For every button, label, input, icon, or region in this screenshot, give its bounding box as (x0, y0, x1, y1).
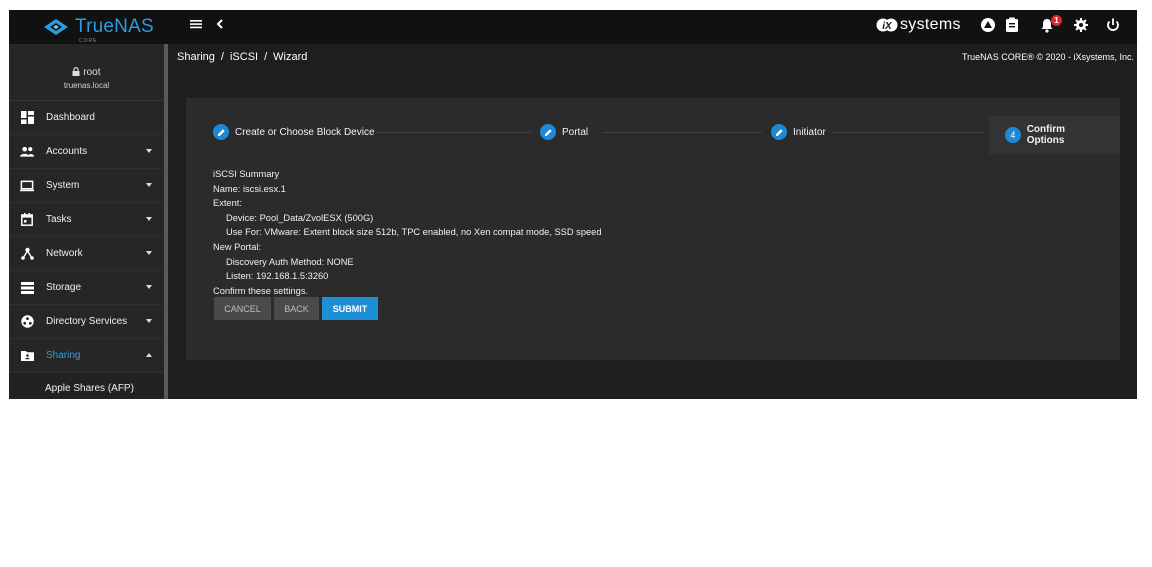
step-label: Initiator (793, 126, 826, 138)
sidebar-item-system[interactable]: System (9, 169, 164, 203)
sidebar-item-storage[interactable]: Storage (9, 271, 164, 305)
truenas-logo[interactable]: TrueNAS CORE (43, 16, 154, 44)
summary-name: Name: iscsi.esx.1 (213, 183, 286, 194)
summary-listen: Listen: 192.168.1.5:3260 (226, 271, 329, 282)
step-initiator[interactable]: Initiator (771, 124, 826, 140)
chevron-down-icon (146, 217, 152, 221)
network-icon (20, 247, 34, 261)
system-icon (20, 179, 34, 193)
user-name: root (83, 67, 101, 78)
clipboard-icon[interactable] (1005, 17, 1019, 39)
submit-button[interactable]: SUBMIT (322, 297, 378, 320)
accounts-icon (20, 145, 34, 159)
truenas-logo-icon (44, 19, 68, 35)
sidebar-item-dashboard[interactable]: Dashboard (9, 101, 164, 135)
step-connector (377, 132, 531, 133)
sidebar: root truenas.local Dashboard Accounts Sy… (9, 44, 164, 399)
step-label: Create or Choose Block Device (235, 126, 375, 138)
iscsi-summary: iSCSI Summary Name: iscsi.esx.1 Extent: … (213, 167, 602, 298)
wizard-stepper: Create or Choose Block Device Portal Ini… (186, 116, 1120, 154)
sidebar-item-tasks[interactable]: Tasks (9, 203, 164, 237)
sidebar-item-directory-services[interactable]: Directory Services (9, 305, 164, 339)
step-label: Portal (562, 126, 589, 138)
sidebar-item-sharing[interactable]: Sharing (9, 339, 164, 373)
gear-icon[interactable] (1073, 17, 1089, 39)
step-connector (602, 132, 762, 133)
sidebar-item-label: Storage (46, 282, 82, 293)
sharing-icon (20, 349, 34, 363)
summary-new-portal: New Portal: (213, 241, 262, 252)
ixsystems-logo-icon: iX (876, 18, 898, 32)
summary-auth-method: Discovery Auth Method: NONE (226, 256, 354, 267)
step-portal[interactable]: Portal (540, 124, 588, 140)
chevron-down-icon (146, 319, 152, 323)
breadcrumb-iscsi[interactable]: iSCSI (230, 51, 258, 63)
svg-text:iX: iX (882, 21, 893, 32)
sidebar-item-label: Sharing (46, 350, 81, 361)
ixsystems-word: systems (900, 16, 961, 33)
summary-use-for: Use For: VMware: Extent block size 512b,… (226, 227, 602, 238)
menu-icon[interactable] (189, 17, 203, 37)
storage-icon (20, 281, 34, 295)
breadcrumb-wizard: Wizard (273, 51, 308, 63)
dashboard-icon (20, 111, 34, 125)
directory-services-icon (20, 315, 34, 329)
copyright: TrueNAS CORE® © 2020 - iXsystems, Inc. (962, 52, 1134, 62)
breadcrumb: Sharing / iSCSI / Wizard (177, 51, 307, 63)
step-confirm-options[interactable]: 4 Confirm Options (989, 116, 1120, 154)
user-host: truenas.local (63, 81, 110, 90)
truecommand-icon[interactable] (980, 17, 996, 39)
chevron-down-icon (146, 183, 152, 187)
pencil-icon (213, 124, 229, 140)
breadcrumb-separator: / (220, 51, 224, 63)
sidebar-item-label: Accounts (46, 146, 88, 157)
sidebar-subitem-label: Apple Shares (AFP) (45, 382, 134, 394)
step-label: Confirm Options (1026, 124, 1066, 146)
step-create-block-device[interactable]: Create or Choose Block Device (213, 124, 375, 140)
chevron-down-icon (146, 251, 152, 255)
breadcrumb-sharing[interactable]: Sharing (177, 51, 215, 63)
sidebar-item-accounts[interactable]: Accounts (9, 135, 164, 169)
sidebar-item-label: System (46, 180, 80, 191)
sidebar-item-network[interactable]: Network (9, 237, 164, 271)
sidebar-item-label: Directory Services (46, 316, 128, 327)
summary-title: iSCSI Summary (213, 169, 280, 179)
power-icon[interactable] (1105, 17, 1121, 39)
chevron-down-icon (146, 285, 152, 289)
chevron-left-icon[interactable] (215, 17, 225, 37)
step-connector (833, 132, 983, 133)
sidebar-item-label: Tasks (46, 214, 72, 225)
ixsystems-logo[interactable]: iX systems (876, 16, 961, 34)
step-number: 4 (1005, 127, 1021, 143)
wizard-card: Create or Choose Block Device Portal Ini… (186, 98, 1120, 360)
pencil-icon (771, 124, 787, 140)
user-panel: root truenas.local (9, 44, 164, 101)
lock-icon (72, 67, 80, 79)
summary-extent: Extent: (213, 198, 242, 209)
chevron-up-icon (146, 353, 152, 357)
notification-badge: 1 (1051, 15, 1062, 26)
summary-device: Device: Pool_Data/ZvolESX (500G) (226, 212, 374, 223)
pencil-icon (540, 124, 556, 140)
sidebar-subitem-afp[interactable]: Apple Shares (AFP) (9, 373, 164, 399)
wizard-buttons: CANCEL BACK SUBMIT (214, 297, 378, 320)
breadcrumb-separator: / (264, 51, 268, 63)
chevron-down-icon (146, 149, 152, 153)
sidebar-item-label: Network (46, 248, 83, 259)
cancel-button[interactable]: CANCEL (214, 297, 271, 320)
brand-name: TrueNAS (75, 16, 154, 37)
tasks-icon (20, 213, 34, 227)
top-bar: TrueNAS CORE iX systems 1 (9, 10, 1137, 44)
truenas-app: TrueNAS CORE iX systems 1 root truenas.l… (9, 10, 1137, 399)
sidebar-item-label: Dashboard (46, 112, 95, 123)
sidebar-scrollbar[interactable] (164, 44, 168, 399)
back-button[interactable]: BACK (274, 297, 319, 320)
